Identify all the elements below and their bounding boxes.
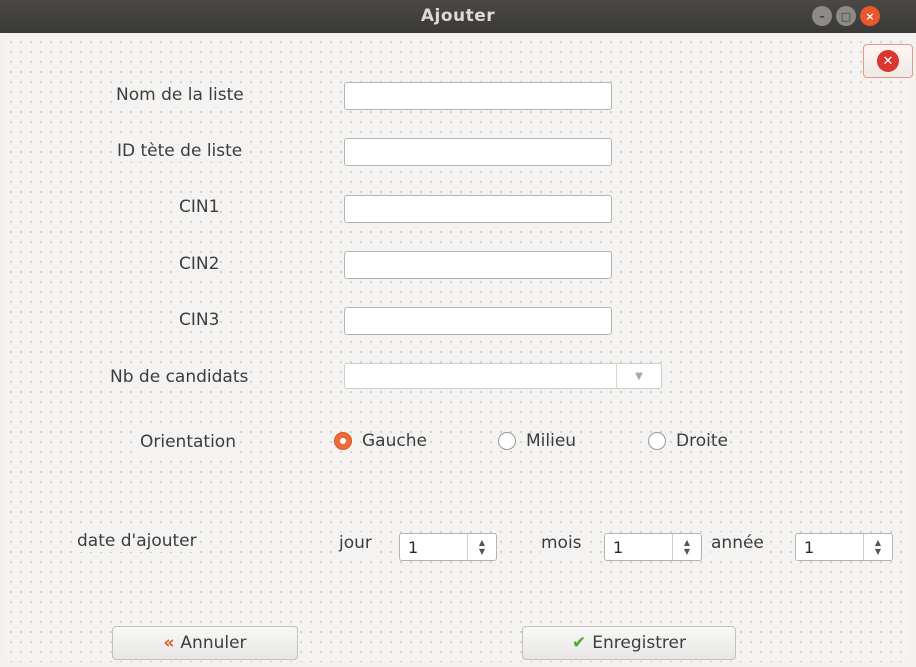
mois-value[interactable]: 1: [613, 538, 623, 557]
title-bar[interactable]: Ajouter – □ ×: [0, 0, 916, 33]
spin-arrows-icon[interactable]: ▲ ▼: [467, 534, 496, 560]
save-button[interactable]: ✔ Enregistrer: [522, 626, 736, 660]
window-close-button[interactable]: ×: [860, 6, 880, 26]
save-button-label: Enregistrer: [592, 633, 686, 653]
radio-unselected-icon: [648, 432, 666, 450]
close-icon: ×: [865, 9, 875, 23]
cin1-input[interactable]: [344, 195, 612, 223]
radio-unselected-icon: [498, 432, 516, 450]
nom-liste-input[interactable]: [344, 82, 612, 110]
close-form-button[interactable]: ✕: [863, 44, 913, 78]
radio-droite-label: Droite: [676, 431, 728, 451]
cin2-label: CIN2: [179, 253, 220, 275]
minimize-icon: –: [819, 9, 825, 23]
chevron-down-icon[interactable]: ▼: [616, 364, 661, 388]
radio-milieu-label: Milieu: [526, 431, 577, 451]
cin3-input[interactable]: [344, 307, 612, 335]
chevrons-left-icon: «: [163, 633, 175, 653]
close-circle-icon: ✕: [877, 50, 899, 72]
jour-value[interactable]: 1: [408, 538, 418, 557]
mois-label: mois: [541, 532, 582, 554]
annee-spinbox[interactable]: 1 ▲ ▼: [795, 533, 893, 561]
window-title: Ajouter: [420, 6, 496, 26]
nb-candidats-label: Nb de candidats: [110, 366, 249, 388]
id-tete-input[interactable]: [344, 138, 612, 166]
spin-arrows-icon[interactable]: ▲ ▼: [863, 534, 892, 560]
form-canvas: [6, 37, 910, 662]
maximize-icon: □: [840, 9, 852, 23]
jour-spinbox[interactable]: 1 ▲ ▼: [399, 533, 497, 561]
annee-value[interactable]: 1: [804, 538, 814, 557]
annee-label: année: [711, 532, 764, 554]
radio-selected-icon: [334, 432, 352, 450]
spin-arrows-icon[interactable]: ▲ ▼: [672, 534, 701, 560]
nom-liste-label: Nom de la liste: [116, 84, 244, 106]
radio-milieu[interactable]: Milieu: [498, 431, 576, 451]
cin1-label: CIN1: [179, 196, 220, 218]
cancel-button[interactable]: « Annuler: [112, 626, 298, 660]
cancel-button-label: Annuler: [180, 633, 247, 653]
nb-candidats-combo[interactable]: ▼: [344, 363, 662, 389]
radio-gauche[interactable]: Gauche: [334, 431, 427, 451]
orientation-label: Orientation: [140, 431, 236, 453]
dialog-window: Ajouter – □ × ✕ Nom de la liste ID tète …: [0, 0, 916, 667]
radio-gauche-label: Gauche: [362, 431, 427, 451]
id-tete-label: ID tète de liste: [117, 140, 243, 162]
radio-droite[interactable]: Droite: [648, 431, 728, 451]
cin2-input[interactable]: [344, 251, 612, 279]
minimize-button[interactable]: –: [812, 6, 832, 26]
mois-spinbox[interactable]: 1 ▲ ▼: [604, 533, 702, 561]
cin3-label: CIN3: [179, 309, 220, 331]
checkmark-icon: ✔: [572, 633, 587, 653]
maximize-button[interactable]: □: [836, 6, 856, 26]
jour-label: jour: [339, 532, 372, 554]
date-label: date d'ajouter: [77, 530, 197, 552]
